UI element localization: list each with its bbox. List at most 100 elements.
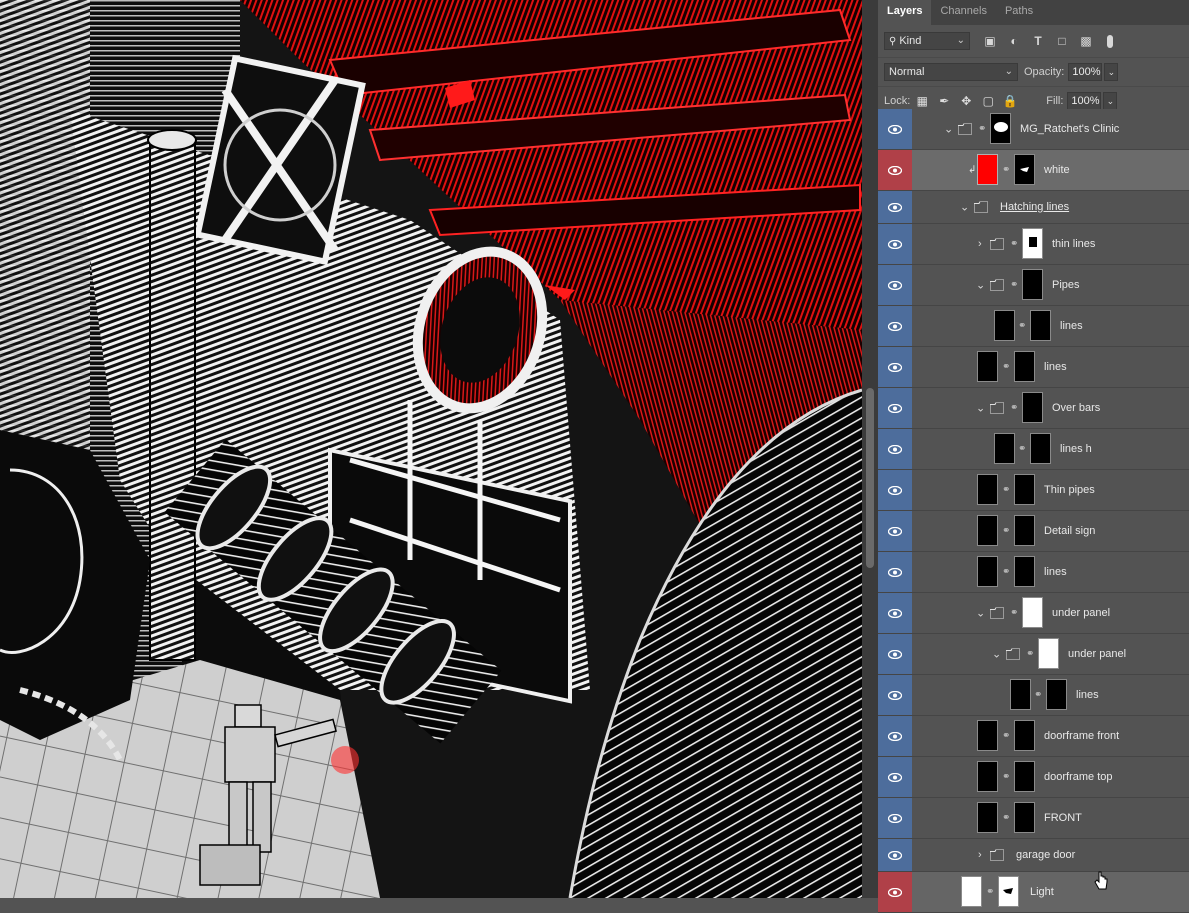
layer-mask-thumbnail[interactable] [1014,720,1035,751]
visibility-eye-icon[interactable] [878,798,912,838]
filter-toggle-icon[interactable] [1100,31,1120,51]
layer-mask-thumbnail[interactable] [1014,515,1035,546]
visibility-eye-icon[interactable] [878,347,912,387]
image-filter-icon[interactable]: ▣ [980,31,1000,51]
visibility-eye-icon[interactable] [878,839,912,871]
layer-row[interactable]: ⚭ doorframe top [878,757,1189,798]
link-chain-icon[interactable]: ⚭ [1002,567,1010,578]
opacity-dropdown-button[interactable]: ⌄ [1104,63,1119,81]
layer-thumbnail[interactable] [994,433,1015,464]
layer-row[interactable]: ⌄ ⚭ MG_Ratchet's Clinic [878,109,1189,150]
chevron-down-icon[interactable]: ⌄ [992,648,1001,661]
adjustment-filter-icon[interactable]: ◐ [1004,31,1024,51]
blend-mode-dropdown[interactable]: Normal ⌄ [884,63,1018,81]
lock-all-icon[interactable]: 🔒 [1002,93,1018,109]
tab-channels[interactable]: Channels [931,0,995,25]
layer-color-thumbnail[interactable] [977,154,998,185]
layer-thumbnail[interactable] [977,351,998,382]
link-chain-icon[interactable]: ⚭ [1026,649,1034,660]
lock-position-icon[interactable]: ✥ [958,93,974,109]
layer-mask-thumbnail[interactable] [1014,351,1035,382]
link-chain-icon[interactable]: ⚭ [1002,165,1010,176]
layer-thumbnail[interactable] [1010,679,1031,710]
layer-mask-thumbnail[interactable] [1014,761,1035,792]
layer-row[interactable]: ⚭ lines h [878,429,1189,470]
layer-row[interactable]: ⌄ Hatching lines [878,191,1189,224]
layer-thumbnail[interactable] [994,310,1015,341]
link-chain-icon[interactable]: ⚭ [1034,690,1042,701]
layer-row[interactable]: ⌄ ⚭ under panel [878,634,1189,675]
layer-row[interactable]: ⌄ ⚭ under panel [878,593,1189,634]
chevron-right-icon[interactable]: › [978,849,982,861]
group-mask-thumbnail[interactable] [1022,269,1043,300]
layer-row[interactable]: ⚭ lines [878,347,1189,388]
visibility-eye-icon[interactable] [878,757,912,797]
chevron-down-icon[interactable]: ⌄ [960,201,969,214]
layer-mask-thumbnail[interactable] [1014,802,1035,833]
layer-thumbnail[interactable] [977,474,998,505]
visibility-eye-icon[interactable] [878,109,912,149]
group-mask-thumbnail[interactable] [990,113,1011,144]
link-chain-icon[interactable]: ⚭ [1018,321,1026,332]
lock-image-icon[interactable]: ✒ [936,93,952,109]
layer-row[interactable]: › garage door [878,839,1189,872]
tab-layers[interactable]: Layers [878,0,932,25]
visibility-eye-icon[interactable] [878,716,912,756]
visibility-eye-icon[interactable] [878,265,912,305]
visibility-eye-icon[interactable] [878,150,912,190]
layer-row[interactable]: ↲ ⚭ white [878,150,1189,191]
visibility-eye-icon[interactable] [878,388,912,428]
lock-artboard-icon[interactable]: ▢ [980,93,996,109]
layer-row[interactable]: ⚭ FRONT [878,798,1189,839]
layer-row[interactable]: ⚭ doorframe front [878,716,1189,757]
layer-thumbnail[interactable] [977,802,998,833]
group-mask-thumbnail[interactable] [1022,597,1043,628]
link-chain-icon[interactable]: ⚭ [1010,280,1018,291]
visibility-eye-icon[interactable] [878,593,912,633]
fill-input[interactable]: 100% [1067,92,1102,110]
document-canvas[interactable] [0,0,862,898]
layer-row[interactable]: ⚭ Detail sign [878,511,1189,552]
layer-mask-thumbnail[interactable] [1030,310,1051,341]
layer-mask-thumbnail[interactable] [1046,679,1067,710]
link-chain-icon[interactable]: ⚭ [978,124,986,135]
canvas-vertical-scrollbar[interactable] [862,0,878,898]
link-chain-icon[interactable]: ⚭ [1002,772,1010,783]
visibility-eye-icon[interactable] [878,511,912,551]
link-chain-icon[interactable]: ⚭ [1018,444,1026,455]
shape-filter-icon[interactable]: □ [1052,31,1072,51]
fill-dropdown-button[interactable]: ⌄ [1103,92,1118,110]
layer-row[interactable]: ⚭ Light [878,872,1189,913]
group-mask-thumbnail[interactable] [1022,392,1043,423]
layer-row[interactable]: ⚭ lines [878,306,1189,347]
layer-mask-thumbnail[interactable] [1014,154,1035,185]
visibility-eye-icon[interactable] [878,191,912,223]
link-chain-icon[interactable]: ⚭ [1002,526,1010,537]
layer-row[interactable]: ⚭ lines [878,552,1189,593]
visibility-eye-icon[interactable] [878,675,912,715]
layer-row[interactable]: ⚭ Thin pipes [878,470,1189,511]
group-mask-thumbnail[interactable] [1038,638,1059,669]
lock-transparent-icon[interactable]: ▦ [914,93,930,109]
chevron-right-icon[interactable]: › [978,238,982,250]
layer-thumbnail[interactable] [977,761,998,792]
link-chain-icon[interactable]: ⚭ [1002,731,1010,742]
visibility-eye-icon[interactable] [878,470,912,510]
group-mask-thumbnail[interactable] [1022,228,1043,259]
link-chain-icon[interactable]: ⚭ [1002,362,1010,373]
scrollbar-thumb[interactable] [866,388,874,568]
opacity-input[interactable]: 100% [1068,63,1103,81]
layer-row[interactable]: ⌄ ⚭ Over bars [878,388,1189,429]
layer-mask-thumbnail[interactable] [1030,433,1051,464]
visibility-eye-icon[interactable] [878,634,912,674]
chevron-down-icon[interactable]: ⌄ [944,123,953,136]
tab-paths[interactable]: Paths [996,0,1042,25]
link-chain-icon[interactable]: ⚭ [1002,813,1010,824]
link-chain-icon[interactable]: ⚭ [986,887,994,898]
layer-thumbnail[interactable] [977,720,998,751]
visibility-eye-icon[interactable] [878,306,912,346]
layer-thumbnail[interactable] [977,515,998,546]
layer-mask-thumbnail[interactable] [998,876,1019,907]
smart-object-filter-icon[interactable]: ▩ [1076,31,1096,51]
visibility-eye-icon[interactable] [878,224,912,264]
